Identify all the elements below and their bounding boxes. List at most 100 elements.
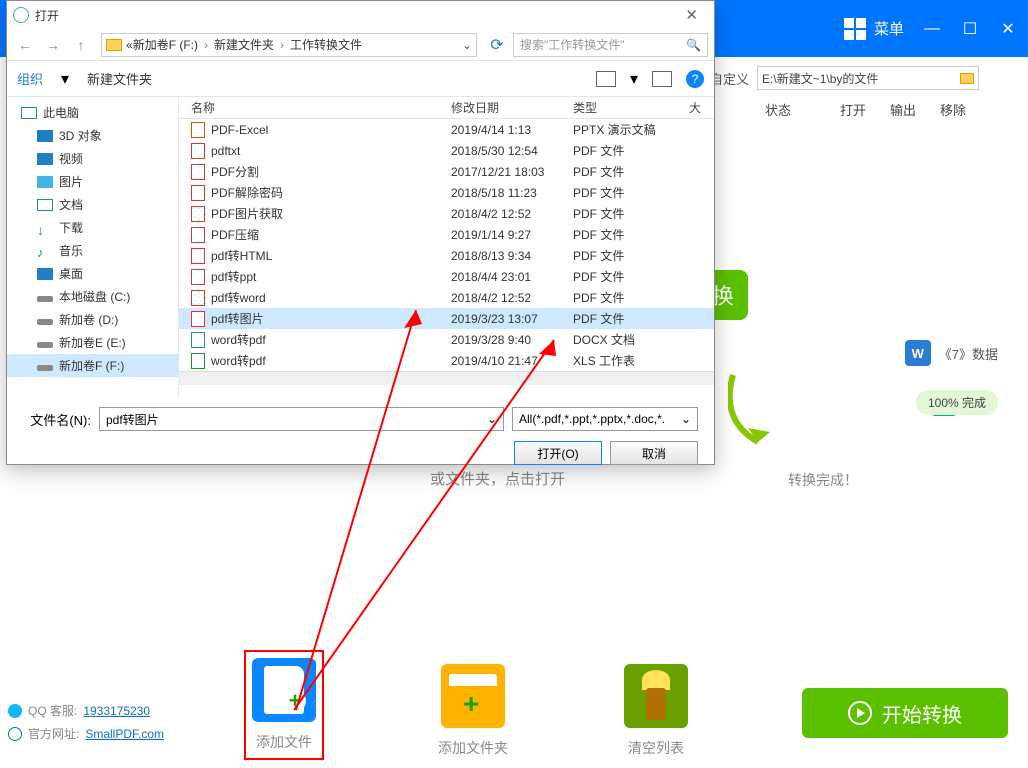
desktop-icon — [37, 268, 53, 280]
file-type: PDF 文件 — [561, 184, 677, 201]
back-button[interactable]: ← — [13, 33, 37, 57]
col-date[interactable]: 修改日期 — [439, 99, 561, 116]
tree-desktop[interactable]: 桌面 — [7, 262, 178, 285]
file-row[interactable]: word转pdf2019/4/10 21:47XLS 工作表 — [179, 350, 714, 371]
forward-button[interactable]: → — [41, 33, 65, 57]
crumb[interactable]: 新加卷F (F:) — [133, 36, 198, 53]
add-file-button[interactable]: 添加文件 — [246, 652, 322, 758]
file-row[interactable]: pdf转ppt2018/4/4 23:01PDF 文件 — [179, 266, 714, 287]
dialog-close-button[interactable]: ✕ — [675, 6, 708, 24]
view-mode-button[interactable] — [596, 71, 616, 87]
tree-pictures[interactable]: 图片 — [7, 170, 178, 193]
filename-value: pdf转图片 — [106, 411, 159, 428]
crumb[interactable]: 工作转换文件 — [290, 36, 362, 53]
search-input[interactable]: 搜索"工作转换文件" 🔍 — [513, 33, 708, 57]
chevron-down-icon[interactable]: ⌄ — [681, 412, 691, 426]
col-remove: 移除 — [928, 100, 978, 119]
clear-list-button[interactable]: 清空列表 — [624, 664, 688, 758]
tree-documents[interactable]: 文档 — [7, 193, 178, 216]
refresh-button[interactable]: ⟳ — [485, 35, 509, 55]
file-name: PDF解除密码 — [211, 184, 283, 201]
horizontal-scrollbar[interactable] — [179, 371, 714, 385]
tree-videos[interactable]: 视频 — [7, 147, 178, 170]
tree-drive-c[interactable]: 本地磁盘 (C:) — [7, 285, 178, 308]
maximize-button[interactable]: ☐ — [960, 19, 980, 39]
file-type: PDF 文件 — [561, 289, 677, 306]
listing-header: 名称 修改日期 类型 大 — [179, 97, 714, 119]
file-date: 2018/4/2 12:52 — [439, 207, 561, 221]
breadcrumb[interactable]: « 新加卷F (F:) › 新建文件夹 › 工作转换文件 ⌄ — [101, 33, 477, 57]
file-row[interactable]: pdf转word2018/4/2 12:52PDF 文件 — [179, 287, 714, 308]
dialog-toolbar: 组织 ▾ 新建文件夹 ▾ ? — [7, 61, 714, 97]
qq-link[interactable]: 1933175230 — [83, 704, 150, 718]
file-type: PDF 文件 — [561, 163, 677, 180]
up-button[interactable]: ↑ — [69, 33, 93, 57]
custom-label[interactable]: 自定义 — [710, 69, 749, 88]
file-row[interactable]: pdf转图片2019/3/23 13:07PDF 文件 — [179, 308, 714, 329]
bottom-actions: 添加文件 添加文件夹 清空列表 — [246, 652, 688, 758]
file-row[interactable]: pdf转HTML2018/8/13 9:34PDF 文件 — [179, 245, 714, 266]
tree-drive-e[interactable]: 新加卷E (E:) — [7, 331, 178, 354]
new-folder-button[interactable]: 新建文件夹 — [87, 69, 152, 88]
file-row[interactable]: PDF图片获取2018/4/2 12:52PDF 文件 — [179, 203, 714, 224]
file-row[interactable]: PDF压缩2019/1/14 9:27PDF 文件 — [179, 224, 714, 245]
dialog-titlebar: 打开 ✕ — [7, 1, 714, 29]
image-icon — [37, 176, 53, 188]
file-icon — [191, 122, 205, 138]
col-type[interactable]: 类型 — [561, 99, 677, 116]
dialog-footer: 文件名(N): pdf转图片 ⌄ All(*.pdf,*.ppt,*.pptx,… — [7, 397, 714, 475]
globe-icon — [8, 727, 22, 741]
tree-this-pc[interactable]: 此电脑 — [7, 101, 178, 124]
col-status: 状态 — [728, 100, 828, 119]
file-row[interactable]: PDF分割2017/12/21 18:03PDF 文件 — [179, 161, 714, 182]
folder-icon[interactable] — [960, 73, 974, 84]
organize-menu[interactable]: 组织 — [17, 69, 43, 88]
file-date: 2019/1/14 9:27 — [439, 228, 561, 242]
file-open-dialog: 打开 ✕ ← → ↑ « 新加卷F (F:) › 新建文件夹 › 工作转换文件 … — [6, 0, 715, 465]
tree-drive-d[interactable]: 新加卷 (D:) — [7, 308, 178, 331]
chevron-down-icon[interactable]: ⌄ — [487, 412, 497, 426]
search-placeholder: 搜索"工作转换文件" — [520, 36, 625, 53]
file-date: 2018/4/2 12:52 — [439, 291, 561, 305]
close-button[interactable]: ✕ — [998, 19, 1018, 39]
col-size[interactable]: 大 — [677, 99, 714, 116]
filename-input[interactable]: pdf转图片 ⌄ — [99, 407, 504, 431]
file-row[interactable]: word转pdf2019/3/28 9:40DOCX 文档 — [179, 329, 714, 350]
qq-label: QQ 客服: — [28, 702, 77, 719]
tree-drive-f[interactable]: 新加卷F (F:) — [7, 354, 178, 377]
file-row[interactable]: PDF解除密码2018/5/18 11:23PDF 文件 — [179, 182, 714, 203]
tree-music[interactable]: 音乐 — [7, 239, 178, 262]
file-row[interactable]: PDF-Excel2019/4/14 1:13PPTX 演示文稿 — [179, 119, 714, 140]
file-icon — [191, 332, 205, 348]
add-file-label: 添加文件 — [256, 732, 312, 752]
tree-downloads[interactable]: 下载 — [7, 216, 178, 239]
preview-pane-button[interactable] — [652, 71, 672, 87]
file-listing: 名称 修改日期 类型 大 PDF-Excel2019/4/14 1:13PPTX… — [179, 97, 714, 397]
file-name: PDF压缩 — [211, 226, 259, 243]
open-button[interactable]: 打开(O) — [514, 441, 602, 465]
col-name[interactable]: 名称 — [179, 99, 439, 116]
crumb[interactable]: 新建文件夹 — [214, 36, 274, 53]
cancel-button[interactable]: 取消 — [610, 441, 698, 465]
file-type: PDF 文件 — [561, 247, 677, 264]
minimize-button[interactable]: — — [922, 19, 942, 39]
start-convert-button[interactable]: 开始转换 — [802, 688, 1008, 738]
video-icon — [37, 153, 53, 165]
menu-button[interactable]: 菜单 — [844, 18, 904, 40]
file-filter-select[interactable]: All(*.pdf,*.ppt,*.pptx,*.doc,*. ⌄ — [512, 407, 698, 431]
file-icon — [191, 311, 205, 327]
file-row[interactable]: pdftxt2018/5/30 12:54PDF 文件 — [179, 140, 714, 161]
file-icon — [191, 206, 205, 222]
help-icon[interactable]: ? — [686, 70, 704, 88]
curved-arrow-icon — [728, 370, 778, 450]
site-link[interactable]: SmallPDF.com — [85, 727, 164, 741]
drive-icon — [37, 342, 53, 348]
file-icon — [191, 185, 205, 201]
output-path-input[interactable]: E:\新建文~1\by的文件 — [757, 66, 979, 90]
cube-icon — [37, 130, 53, 142]
add-folder-button[interactable]: 添加文件夹 — [438, 664, 508, 758]
add-file-icon — [252, 658, 316, 722]
path-text: E:\新建文~1\by的文件 — [762, 70, 878, 87]
col-open: 打开 — [828, 100, 878, 119]
tree-3d-objects[interactable]: 3D 对象 — [7, 124, 178, 147]
